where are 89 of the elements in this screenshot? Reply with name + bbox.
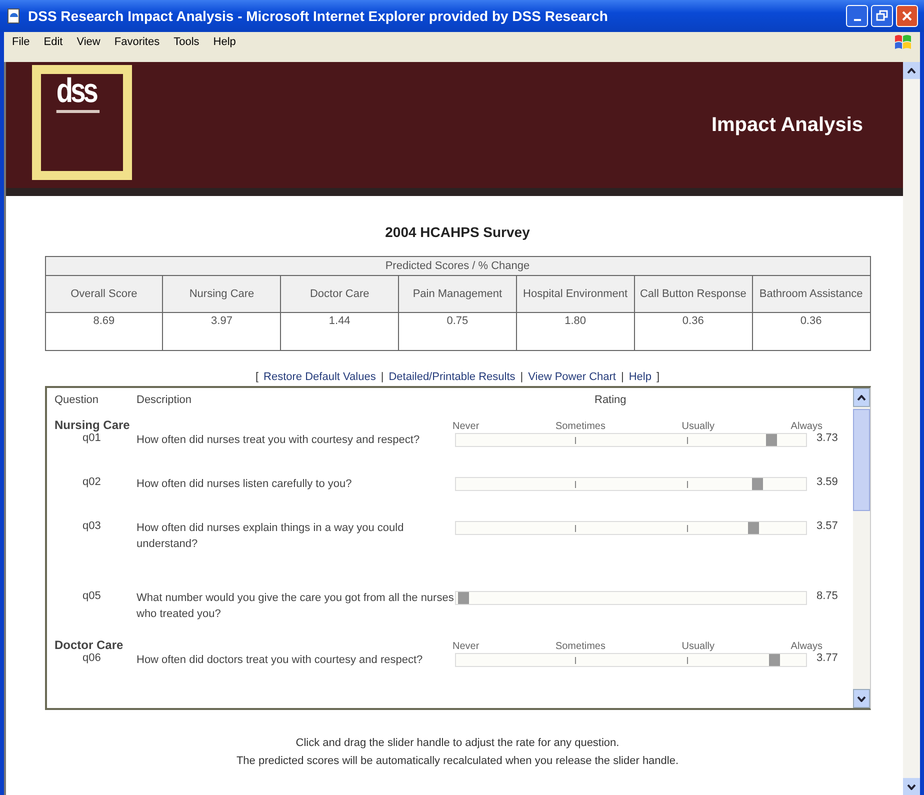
scroll-up-icon[interactable] [903,62,920,79]
table-cell: 0.36 [752,312,870,350]
scale-label: Sometimes [555,641,606,652]
column-header: Rating [594,394,626,406]
link[interactable]: View Power Chart [528,371,616,383]
page-scrollbar[interactable] [903,62,920,795]
link[interactable]: Help [628,371,652,383]
table-cell: 3.97 [162,312,281,350]
link[interactable]: Restore Default Values [264,371,376,383]
separator: | [520,371,524,383]
table-cell: 1.80 [516,312,634,350]
page-icon [6,8,22,24]
menu-item[interactable]: Favorites [114,36,160,48]
column-header: Pain Management [398,276,516,312]
close-button[interactable] [896,5,918,27]
question-text: How often did nurses explain things in a way you could understand? [136,521,405,552]
column-header: Description [136,394,193,406]
rating-value: 3.59 [816,476,838,488]
scale-label: Never [452,641,480,652]
question-text: How often did nurses treat you with courtesy and respect? [136,433,421,448]
section-title: Doctor Care [54,638,124,652]
rating-value: 3.73 [816,432,838,444]
restore-icon [876,10,888,22]
instruction-text: Click and drag the slider handle to adjust the rate for any question. [294,736,620,751]
slider-track[interactable] [454,591,806,605]
slider-handle[interactable] [766,434,776,446]
scale-label: Always [790,421,822,432]
question-number: q06 [82,652,102,664]
rating-value: 3.57 [816,520,838,532]
column-header: Bathroom Assistance [752,276,870,312]
logo: dss [32,64,132,180]
bracket: [ [255,371,259,383]
scale-label: Usually [682,641,715,652]
bracket: ] [656,371,660,383]
menu-item[interactable]: File [12,36,30,48]
question-text: How often did doctors treat you with courtesy and respect? [136,653,424,668]
slider-handle[interactable] [748,522,759,534]
column-header: Doctor Care [280,276,399,312]
page-heading: Impact Analysis [711,114,863,136]
menu-item[interactable]: Tools [174,36,200,48]
flag-icon [894,34,912,50]
table-cell: 8.69 [45,312,163,350]
separator: | [620,371,624,383]
question-number: q02 [82,476,102,488]
scale-label: Usually [682,421,715,432]
question-number: q03 [82,520,102,532]
question-number: q05 [82,590,102,602]
minimize-button[interactable] [846,5,868,27]
column-header: Overall Score [45,276,163,312]
restore-button[interactable] [871,5,893,27]
scrollbar[interactable] [852,388,870,708]
section-title: Nursing Care [54,418,131,432]
scroll-down-icon[interactable] [903,778,920,795]
slider-handle[interactable] [752,478,762,490]
column-header: Hospital Environment [516,276,634,312]
minimize-icon [854,18,860,20]
scroll-up-icon[interactable] [852,388,870,407]
question-text: What number would you give the care you got from all the nurses who treated you? [136,591,454,622]
menu-item[interactable]: View [76,36,100,48]
separator: | [380,371,384,383]
window-title: DSS Research Impact Analysis - Microsoft Internet Explorer provided by DSS Research [28,8,609,24]
slider-track[interactable] [454,433,806,447]
column-header: Call Button Response [634,276,752,312]
rating-value: 8.75 [816,590,838,602]
scroll-thumb[interactable] [852,409,870,511]
menu-item[interactable]: Help [213,36,236,48]
instruction-text: The predicted scores will be automatically recalculated when you release the slider handle. [236,754,679,769]
table-cell: 0.75 [398,312,516,350]
scale-label: Never [452,421,480,432]
column-header: Nursing Care [162,276,281,312]
slider-track[interactable] [454,521,806,535]
table-cell: 1.44 [280,312,399,350]
survey-title: 2004 HCAHPS Survey [385,224,530,240]
menu-item[interactable]: Edit [44,36,63,48]
link[interactable]: Detailed/Printable Results [388,371,516,383]
scale-label: Sometimes [555,421,606,432]
column-header: Question [54,394,100,406]
scale-label: Always [790,641,822,652]
table-cell: 0.36 [634,312,752,350]
question-number: q01 [82,432,102,444]
scroll-down-icon[interactable] [852,689,870,708]
table-caption: Predicted Scores / % Change [45,256,870,276]
slider-handle[interactable] [458,592,468,604]
slider-track[interactable] [454,653,806,667]
close-icon [901,10,913,22]
slider-handle[interactable] [769,654,780,666]
slider-track[interactable] [454,477,806,491]
question-text: How often did nurses listen carefully to you? [136,477,353,492]
rating-value: 3.77 [816,652,838,664]
